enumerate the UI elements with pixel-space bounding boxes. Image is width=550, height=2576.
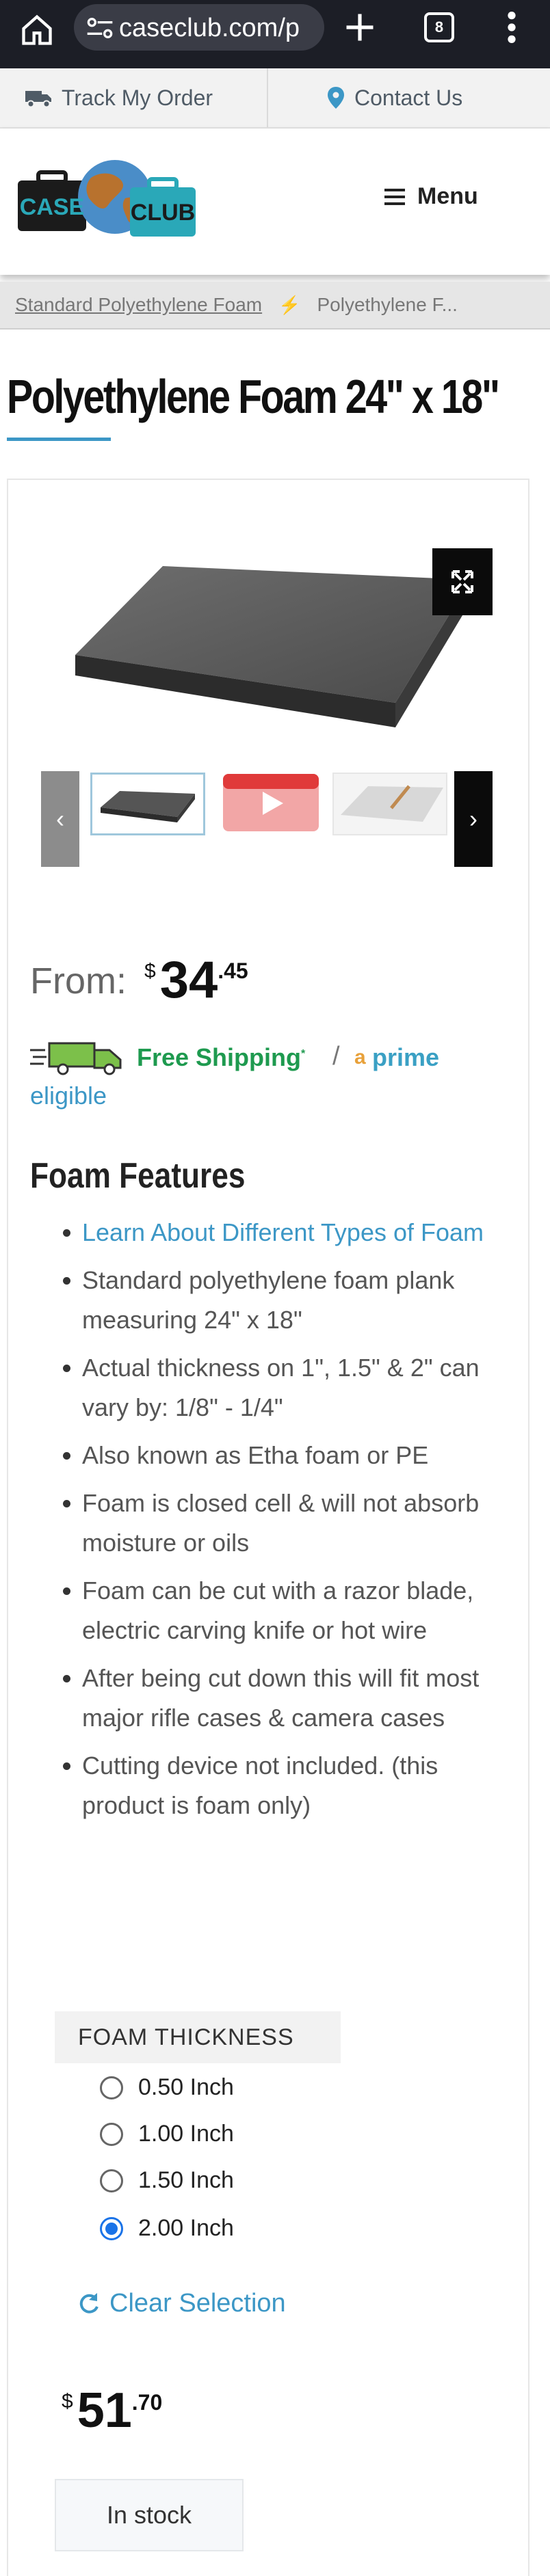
clear-selection-label: Clear Selection bbox=[109, 2289, 286, 2318]
currency-symbol: $ bbox=[62, 2390, 73, 2413]
thumbnail-video[interactable] bbox=[220, 773, 335, 835]
contact-us-link[interactable]: Contact Us bbox=[327, 68, 462, 127]
site-header: CASE CLUB Menu bbox=[0, 129, 550, 275]
logo-text-club: CLUB bbox=[131, 200, 195, 226]
feature-item: After being cut down this will fit most … bbox=[63, 1659, 506, 1738]
prime-label: prime bbox=[372, 1043, 440, 1071]
radio-button-selected[interactable] bbox=[100, 2216, 123, 2240]
thickness-option-2-00[interactable]: 2.00 Inch bbox=[100, 2215, 234, 2242]
track-order-label: Track My Order bbox=[62, 85, 213, 110]
thumbnail-next-button[interactable]: › bbox=[454, 771, 493, 867]
feature-item: Also known as Etha foam or PE bbox=[63, 1436, 506, 1475]
thumbnail-1[interactable] bbox=[90, 773, 205, 835]
foam-thickness-label: FOAM THICKNESS bbox=[55, 2011, 341, 2063]
play-video-icon bbox=[220, 773, 335, 835]
logo-text-case: CASE bbox=[20, 194, 84, 220]
zoom-button[interactable] bbox=[432, 548, 493, 615]
title-underline bbox=[7, 438, 111, 441]
breadcrumb: Standard Polyethylene Foam ⚡ Polyethylen… bbox=[0, 282, 550, 330]
price-whole: 34 bbox=[159, 951, 218, 1009]
menu-button[interactable]: Menu bbox=[384, 183, 478, 210]
price-cents: .70 bbox=[131, 2390, 163, 2415]
thumbnail-3[interactable] bbox=[332, 773, 447, 835]
price-cents: .45 bbox=[218, 958, 248, 983]
delivery-truck-icon bbox=[30, 1042, 122, 1075]
breadcrumb-separator-icon: ⚡ bbox=[278, 294, 301, 315]
utility-nav: Track My Order Contact Us bbox=[0, 68, 550, 129]
price-whole: 51 bbox=[77, 2383, 132, 2438]
refresh-icon bbox=[79, 2292, 99, 2313]
thumbnail-prev-button[interactable]: ‹ bbox=[41, 771, 79, 867]
features-heading: Foam Features bbox=[30, 1156, 246, 1196]
truck-icon bbox=[25, 91, 51, 108]
feature-item: Standard polyethylene foam plank measuri… bbox=[63, 1261, 506, 1340]
contact-us-label: Contact Us bbox=[354, 85, 463, 110]
thickness-option-1-00[interactable]: 1.00 Inch bbox=[100, 2121, 234, 2147]
menu-label: Menu bbox=[417, 183, 478, 209]
track-order-link[interactable]: Track My Order bbox=[25, 68, 213, 127]
radio-button[interactable] bbox=[100, 2169, 123, 2192]
thickness-option-1-50[interactable]: 1.50 Inch bbox=[100, 2167, 234, 2194]
site-settings-icon[interactable] bbox=[86, 18, 114, 38]
thickness-option-label: 2.00 Inch bbox=[138, 2215, 234, 2241]
shipping-divider: / bbox=[332, 1042, 340, 1071]
price-display: From: $ 34 .45 bbox=[30, 954, 248, 1006]
home-icon[interactable] bbox=[19, 12, 55, 48]
case-club-logo[interactable]: CASE CLUB bbox=[12, 157, 201, 245]
currency-symbol: $ bbox=[144, 960, 156, 982]
breadcrumb-parent-link[interactable]: Standard Polyethylene Foam bbox=[15, 294, 262, 316]
nav-divider bbox=[267, 68, 268, 127]
feature-item: Cutting device not included. (this produ… bbox=[63, 1746, 506, 1825]
url-text: caseclub.com/p bbox=[119, 14, 300, 42]
clear-selection-link[interactable]: Clear Selection bbox=[77, 2289, 286, 2318]
more-options-icon[interactable] bbox=[503, 10, 520, 45]
feature-link-foam-types[interactable]: Learn About Different Types of Foam bbox=[63, 1213, 506, 1252]
new-tab-icon[interactable] bbox=[342, 10, 378, 45]
prime-eligible-label: eligible bbox=[30, 1082, 107, 1110]
address-bar[interactable]: caseclub.com/p bbox=[74, 4, 324, 51]
page-title: Polyethylene Foam 24" x 18" bbox=[7, 370, 500, 423]
free-shipping-label: Free Shipping* bbox=[137, 1043, 306, 1071]
feature-item: Actual thickness on 1", 1.5" & 2" can va… bbox=[63, 1348, 506, 1427]
stock-status-badge: In stock bbox=[55, 2479, 244, 2551]
thickness-option-label: 0.50 Inch bbox=[138, 2074, 234, 2100]
thickness-option-0-50[interactable]: 0.50 Inch bbox=[100, 2074, 234, 2101]
map-pin-icon bbox=[328, 87, 344, 109]
browser-toolbar: caseclub.com/p 8 bbox=[0, 0, 550, 68]
tab-switcher-button[interactable]: 8 bbox=[424, 12, 454, 42]
breadcrumb-current: Polyethylene F... bbox=[317, 294, 458, 315]
expand-icon bbox=[451, 570, 473, 593]
feature-item: Foam can be cut with a razor blade, elec… bbox=[63, 1571, 506, 1650]
radio-button[interactable] bbox=[100, 2122, 123, 2146]
thickness-option-label: 1.50 Inch bbox=[138, 2167, 234, 2193]
product-image[interactable] bbox=[60, 552, 484, 737]
selected-variant-price: $ 51 .70 bbox=[62, 2386, 162, 2435]
radio-button[interactable] bbox=[100, 2076, 123, 2099]
features-list: Learn About Different Types of Foam Stan… bbox=[63, 1213, 506, 1834]
hamburger-icon bbox=[384, 188, 405, 205]
feature-item: Foam is closed cell & will not absorb mo… bbox=[63, 1484, 506, 1563]
price-from-label: From: bbox=[30, 961, 127, 1002]
thickness-option-label: 1.00 Inch bbox=[138, 2121, 234, 2147]
amazon-logo-icon: a bbox=[354, 1046, 366, 1069]
